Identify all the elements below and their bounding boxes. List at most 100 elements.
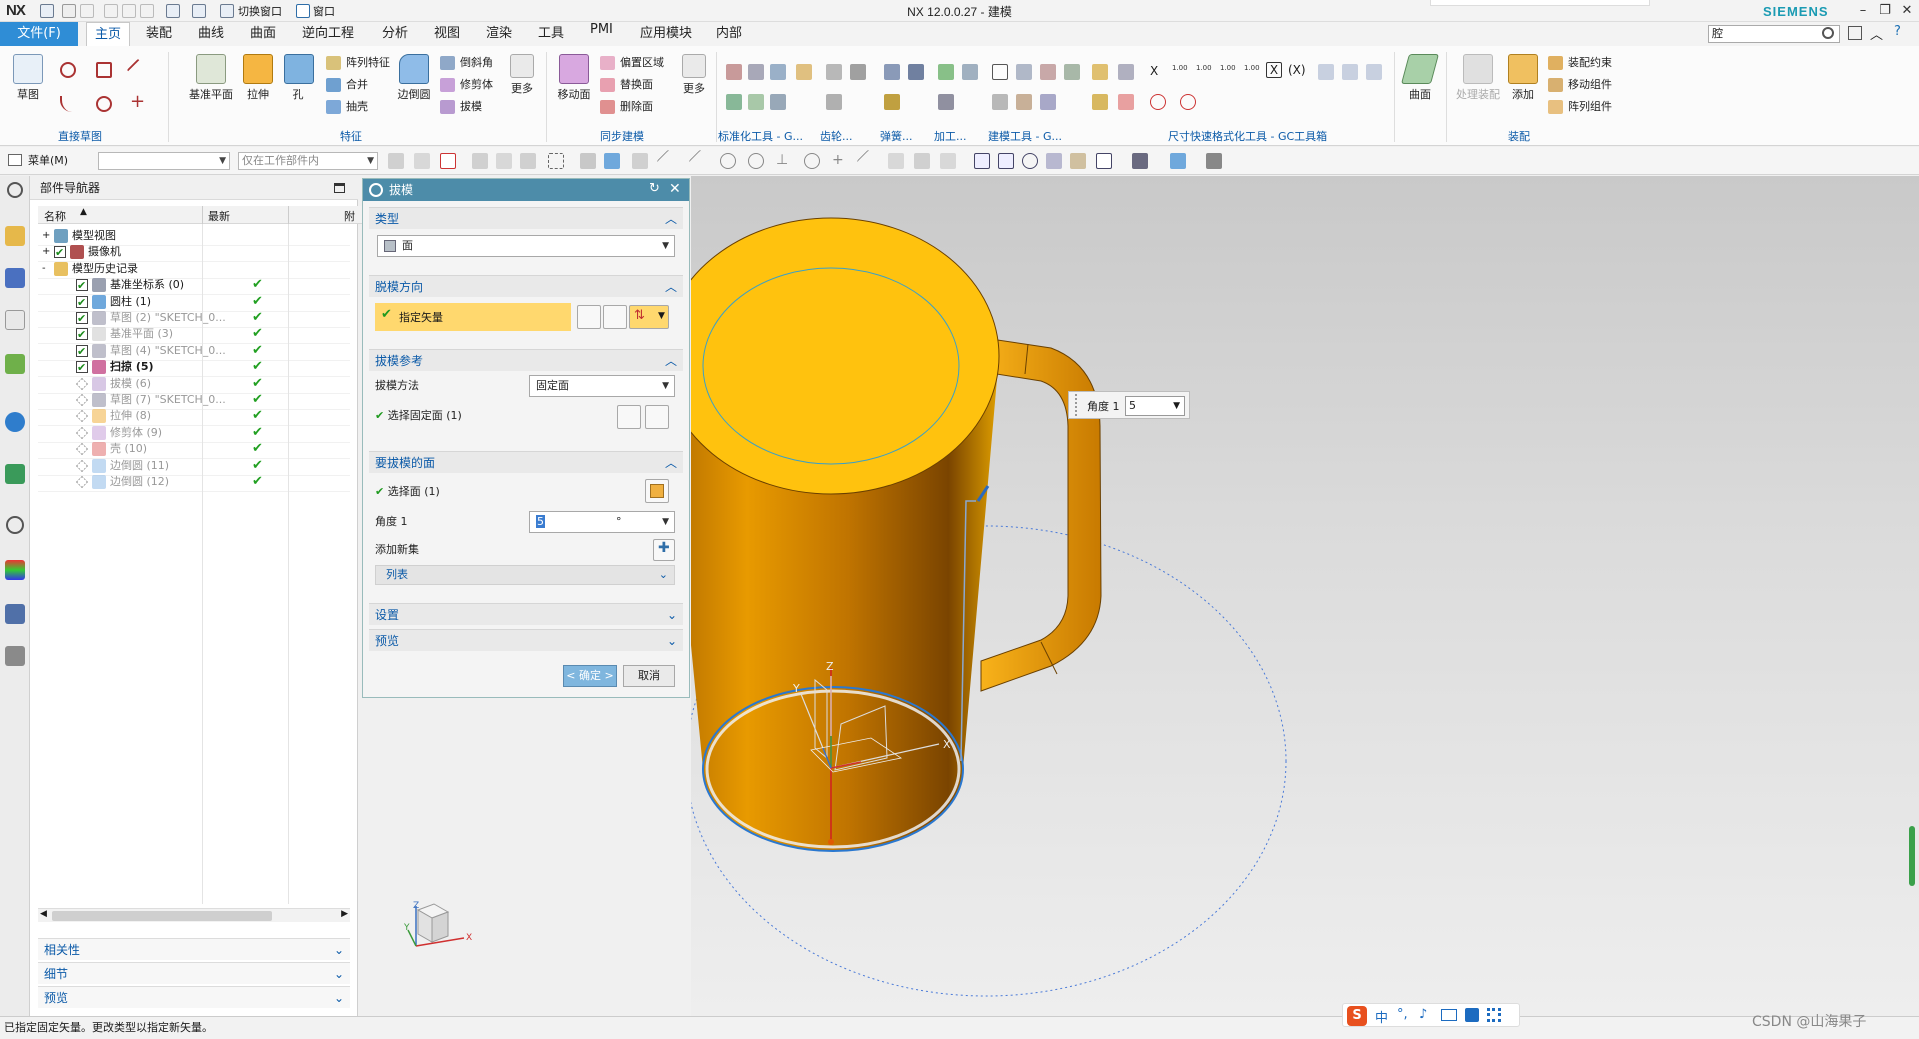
scrollbar-thumb[interactable] [52, 911, 272, 921]
dimension-format-icon[interactable] [1342, 64, 1358, 80]
modeling-tool-icon[interactable] [992, 64, 1008, 80]
gc-standard-tool-icon[interactable] [726, 64, 742, 80]
snap-icon[interactable] [888, 153, 904, 169]
add-component-button[interactable]: 添加 [1508, 54, 1538, 102]
specify-vector-row[interactable]: ✔ 指定矢量 [375, 303, 571, 331]
tab-reverse-engineering[interactable]: 逆向工程 [294, 22, 362, 46]
details-section[interactable]: 细节 ⌄ [38, 962, 350, 984]
snap-icon[interactable] [688, 149, 712, 173]
spring-tool-icon[interactable] [884, 64, 900, 80]
hole-button[interactable]: 孔 [284, 54, 314, 102]
draft-reference-section-header[interactable]: 拔模参考 ︿ [369, 349, 683, 371]
dimension-format-icon[interactable] [1318, 64, 1334, 80]
column-name[interactable]: 名称 [44, 208, 66, 224]
dimension-tool-icon[interactable] [1092, 64, 1108, 80]
voice-icon[interactable]: ♪ [1419, 1007, 1427, 1022]
settings-gear-icon[interactable] [7, 182, 23, 198]
angle-tip-input[interactable]: 5 ▼ [1125, 396, 1185, 416]
filter-icon[interactable] [414, 153, 430, 169]
pan-icon[interactable] [1046, 153, 1062, 169]
close-icon[interactable]: ✕ [669, 181, 681, 197]
horizontal-scrollbar[interactable]: ◀ ▶ [38, 908, 350, 922]
machining-tool-icon[interactable] [962, 64, 978, 80]
gc-standard-tool-icon[interactable] [748, 64, 764, 80]
list-section[interactable]: 列表 ⌄ [375, 565, 675, 585]
system-materials-icon[interactable] [5, 560, 25, 580]
rotate-icon[interactable] [1022, 153, 1038, 169]
modeling-tool-icon[interactable] [1040, 64, 1056, 80]
machining-tool-icon[interactable] [938, 94, 954, 110]
gc-standard-tool-icon[interactable] [726, 94, 742, 110]
type-dropdown[interactable]: 面 ▼ [377, 235, 675, 257]
snap-icon[interactable] [472, 153, 488, 169]
visibility-checkbox[interactable] [54, 243, 66, 263]
tab-curve[interactable]: 曲线 [190, 22, 232, 46]
preview-section-header[interactable]: 预览 ⌄ [369, 629, 683, 651]
column-attached[interactable]: 附 [344, 208, 355, 224]
spring-tool-icon[interactable] [884, 94, 900, 110]
command-search-input[interactable]: 腔 [1708, 25, 1840, 43]
select-icon[interactable] [440, 153, 456, 169]
draft-method-dropdown[interactable]: 固定面 ▼ [529, 375, 675, 397]
modeling-tool-icon[interactable] [1016, 94, 1032, 110]
view-icon[interactable] [1070, 153, 1086, 169]
minimize-button[interactable]: – [1852, 2, 1874, 20]
assembly-constraint-button[interactable]: 装配约束 [1548, 54, 1612, 72]
selection-scope-dropdown[interactable]: 仅在工作部件内 ▼ [238, 152, 378, 170]
face-select-icon[interactable] [645, 479, 669, 503]
drag-handle[interactable] [1075, 394, 1079, 416]
box-select-icon[interactable] [548, 153, 564, 169]
type-section-header[interactable]: 类型 ︿ [369, 207, 683, 229]
faces-to-draft-section-header[interactable]: 要拔模的面 ︿ [369, 451, 683, 473]
snap-icon[interactable] [632, 153, 648, 169]
vector-origin-point[interactable] [828, 839, 834, 845]
sort-ascending-icon[interactable]: ▲ [80, 207, 87, 217]
assembly-navigator-icon[interactable] [5, 226, 25, 246]
dimension-format-icon[interactable] [1366, 64, 1382, 80]
dependencies-section[interactable]: 相关性 ⌄ [38, 938, 350, 960]
orient-view-icon[interactable] [1170, 153, 1186, 169]
visibility-checkbox[interactable] [76, 309, 88, 329]
snap-icon[interactable] [940, 153, 956, 169]
modeling-tool-icon[interactable] [1040, 94, 1056, 110]
arc-icon[interactable] [60, 96, 76, 112]
draft-button[interactable]: 拔模 [440, 98, 482, 116]
snap-icon[interactable] [914, 153, 930, 169]
replace-face-button[interactable]: 替换面 [600, 76, 653, 94]
offset-region-button[interactable]: 偏置区域 [600, 54, 664, 72]
scroll-left-icon[interactable]: ◀ [40, 909, 47, 919]
delete-face-button[interactable]: 删除面 [600, 98, 653, 116]
gear-tool-icon[interactable] [826, 94, 842, 110]
snap-icon[interactable] [856, 149, 880, 173]
zoom-scroll-indicator[interactable] [1909, 826, 1915, 886]
collapse-ribbon-icon[interactable]: ︿ [1870, 24, 1883, 43]
modeling-tool-icon[interactable] [1064, 64, 1080, 80]
sync-more-button[interactable]: 更多 [678, 54, 710, 96]
visibility-icon[interactable] [1206, 153, 1222, 169]
type-filter-dropdown[interactable]: ▼ [98, 152, 230, 170]
layout-icon[interactable] [1096, 153, 1112, 169]
reset-icon[interactable]: ↻ [649, 181, 660, 196]
feature-more-button[interactable]: 更多 [506, 54, 538, 96]
snap-icon[interactable] [580, 153, 596, 169]
draw-direction-section-header[interactable]: 脱模方向 ︿ [369, 275, 683, 297]
settings-section-header[interactable]: 设置 ⌄ [369, 603, 683, 625]
diameter-icon[interactable] [1180, 94, 1196, 110]
snap-icon[interactable] [804, 153, 820, 169]
ok-button[interactable]: < 确定 > [563, 665, 617, 687]
visibility-checkbox[interactable] [76, 426, 88, 439]
keyboard-icon[interactable] [1441, 1009, 1457, 1021]
tab-analysis[interactable]: 分析 [374, 22, 416, 46]
tab-view[interactable]: 视图 [426, 22, 468, 46]
visibility-checkbox[interactable] [76, 276, 88, 296]
move-component-button[interactable]: 移动组件 [1548, 76, 1612, 94]
cancel-button[interactable]: 取消 [623, 665, 675, 687]
reference-dimension-button[interactable]: (X) [1288, 63, 1306, 77]
spring-tool-icon[interactable] [908, 64, 924, 80]
roles-icon[interactable] [5, 646, 25, 666]
snap-icon[interactable] [720, 153, 736, 169]
snap-icon[interactable] [748, 153, 764, 169]
diameter-icon[interactable] [1150, 94, 1166, 110]
dimension-tool-icon[interactable] [1092, 94, 1108, 110]
model-view-svg[interactable]: Z X Y [691, 176, 1919, 1016]
